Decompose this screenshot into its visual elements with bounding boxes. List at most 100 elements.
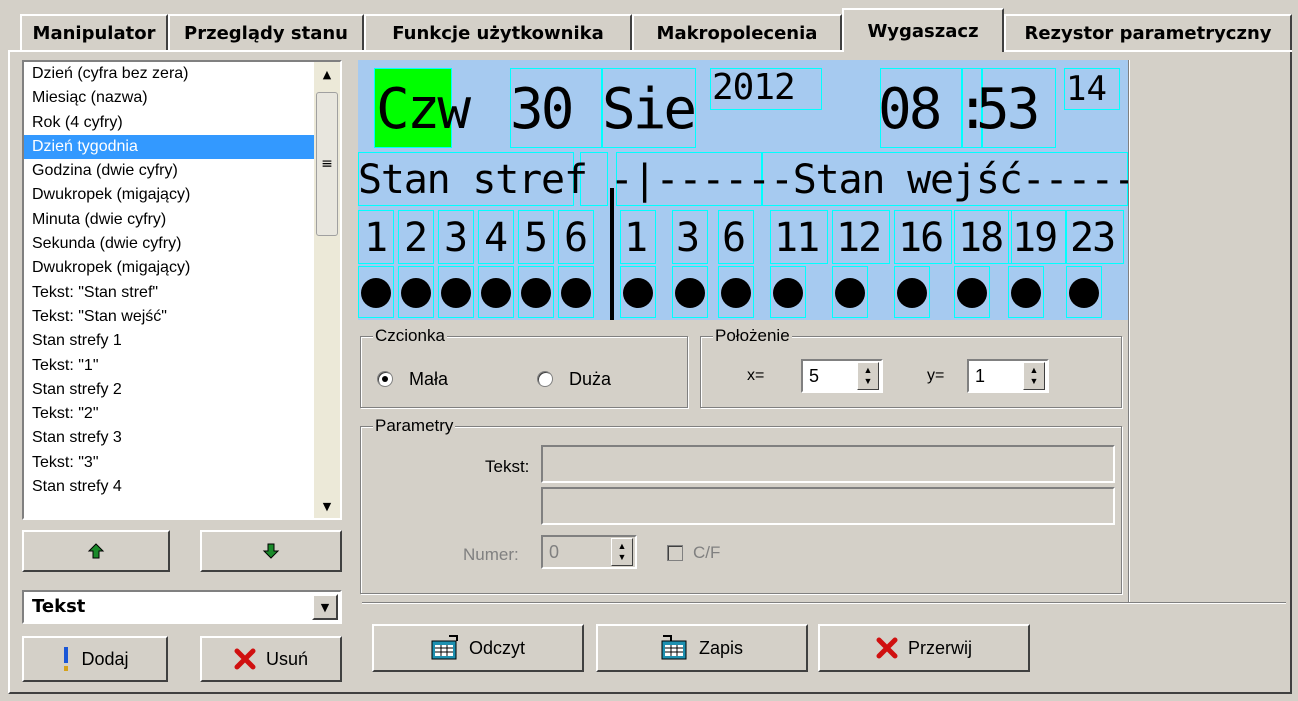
list-item[interactable]: Tekst: "3" <box>24 451 314 475</box>
list-item[interactable]: Rok (4 cyfry) <box>24 111 314 135</box>
input-status-dot <box>957 278 987 308</box>
lcd-input-label: 1 <box>624 215 648 261</box>
list-item[interactable]: Godzina (dwie cyfry) <box>24 159 314 183</box>
tab-label: Rezystor parametryczny <box>1024 22 1272 44</box>
spin-arrows-icon[interactable]: ▲ ▼ <box>857 362 879 390</box>
list-item[interactable]: Stan strefy 4 <box>24 475 314 499</box>
write-button[interactable]: Zapis <box>596 624 808 672</box>
spin-arrows-icon[interactable]: ▲ ▼ <box>611 538 633 566</box>
tab-manipulator[interactable]: Manipulator <box>20 14 168 50</box>
font-large-radio[interactable] <box>537 371 553 387</box>
lcd-zone-label: 3 <box>444 215 469 261</box>
input-status-dot <box>675 278 705 308</box>
red-x-icon <box>876 637 898 659</box>
tab-przeglady-stanu[interactable]: Przeglądy stanu <box>168 14 364 50</box>
lcd-preview[interactable]: Czw 30 Sie 2012 08 : 53 14 Stan stref -|… <box>358 60 1128 320</box>
list-item[interactable]: Stan strefy 3 <box>24 426 314 450</box>
scroll-thumb[interactable]: ≡ <box>316 92 338 236</box>
remove-button-label: Usuń <box>265 648 309 669</box>
text-input-line1[interactable] <box>541 445 1115 483</box>
list-item[interactable]: Dwukropek (migający) <box>24 256 314 280</box>
arrow-up-icon <box>87 543 105 559</box>
position-group-title: Położenie <box>713 326 792 346</box>
cancel-button[interactable]: Przerwij <box>818 624 1030 672</box>
element-type-value: Tekst <box>32 596 86 617</box>
lcd-hours: 08 <box>878 77 942 142</box>
tab-label: Funkcje użytkownika <box>392 22 604 44</box>
lcd-seconds: 14 <box>1066 69 1107 109</box>
font-group: Czcionka Mała Duża <box>360 326 688 408</box>
chevron-down-icon[interactable]: ▼ <box>312 594 338 620</box>
spin-arrows-icon[interactable]: ▲ ▼ <box>1023 362 1045 390</box>
tab-label: Makropolecenia <box>656 22 818 44</box>
elements-listbox[interactable]: Dzień (cyfra bez zera) Miesiąc (nazwa) Rok… <box>22 60 342 520</box>
move-down-button[interactable] <box>200 530 342 572</box>
list-item[interactable]: Tekst: "1" <box>24 354 314 378</box>
font-large-label: Duża <box>569 369 612 389</box>
position-group: Położenie x= 5 ▲ ▼ y= 1 ▲ ▼ <box>700 326 1122 408</box>
list-item[interactable]: Stan strefy 1 <box>24 329 314 353</box>
lcd-day: 30 <box>510 77 574 142</box>
lcd-input-label: 6 <box>722 215 746 261</box>
lcd-status-line: Stan stref -|------Stan wejść----- <box>358 157 1128 203</box>
x-value: 5 <box>809 366 820 386</box>
exclamation-icon <box>64 647 69 671</box>
y-value: 1 <box>975 366 986 386</box>
lcd-zone-label: 5 <box>524 215 549 261</box>
cf-label: C/F <box>693 543 721 562</box>
tab-wygaszacz[interactable]: Wygaszacz <box>842 8 1004 52</box>
element-type-select[interactable]: Tekst ▼ <box>22 590 342 624</box>
scroll-down-icon[interactable]: ▼ <box>314 494 340 518</box>
lcd-input-label: 23 <box>1070 215 1116 261</box>
number-value: 0 <box>549 542 560 562</box>
list-item[interactable]: Tekst: "Stan stref" <box>24 281 314 305</box>
bottom-separator <box>362 602 1286 604</box>
elements-list: Dzień (cyfra bez zera) Miesiąc (nazwa) Rok… <box>24 62 314 518</box>
text-input-line2[interactable] <box>541 487 1115 525</box>
red-x-icon <box>234 648 256 670</box>
remove-button[interactable]: Usuń <box>200 636 342 682</box>
list-item[interactable]: Dzień tygodnia <box>24 134 314 160</box>
scroll-up-icon[interactable]: ▲ <box>314 62 340 86</box>
list-item[interactable]: Tekst: "Stan wejść" <box>24 305 314 329</box>
list-item[interactable]: Stan strefy 2 <box>24 378 314 402</box>
add-button[interactable]: Dodaj <box>22 636 168 682</box>
y-position-stepper[interactable]: 1 ▲ ▼ <box>967 359 1049 393</box>
tab-funkcje-uzytkownika[interactable]: Funkcje użytkownika <box>364 14 632 50</box>
input-status-dot <box>897 278 927 308</box>
lcd-year: 2012 <box>712 67 796 108</box>
lcd-minutes: 53 <box>976 77 1040 142</box>
zone-status-dot <box>441 278 471 308</box>
read-button-label: Odczyt <box>468 637 525 658</box>
parameters-group-title: Parametry <box>373 416 456 436</box>
y-label: y= <box>927 367 945 384</box>
move-up-button[interactable] <box>22 530 170 572</box>
lcd-day-of-week: Czw <box>376 77 471 142</box>
number-label: Numer: <box>463 545 519 564</box>
cf-checkbox[interactable] <box>667 545 683 561</box>
read-button[interactable]: Odczyt <box>372 624 584 672</box>
list-item[interactable]: Tekst: "2" <box>24 402 314 426</box>
lcd-zone-label: 6 <box>564 215 589 261</box>
x-position-stepper[interactable]: 5 ▲ ▼ <box>801 359 883 393</box>
write-button-label: Zapis <box>698 637 743 658</box>
vertical-scrollbar[interactable]: ▲ ≡ ▼ <box>314 62 340 518</box>
lcd-zone-label: 4 <box>484 215 509 261</box>
list-item[interactable]: Dwukropek (migający) <box>24 183 314 207</box>
lcd-input-label: 19 <box>1012 215 1058 261</box>
list-item[interactable]: Dzień (cyfra bez zera) <box>24 62 314 86</box>
tab-rezystor-parametryczny[interactable]: Rezystor parametryczny <box>1004 14 1292 50</box>
tab-bar: Manipulator Przeglądy stanu Funkcje użyt… <box>16 6 1292 52</box>
input-status-dot <box>1011 278 1041 308</box>
input-status-dot <box>721 278 751 308</box>
lcd-zone-label: 2 <box>404 215 429 261</box>
lcd-input-label: 3 <box>676 215 700 261</box>
number-stepper[interactable]: 0 ▲ ▼ <box>541 535 637 569</box>
tab-label: Manipulator <box>32 22 156 44</box>
font-small-radio[interactable] <box>377 371 393 387</box>
list-item[interactable]: Minuta (dwie cyfry) <box>24 208 314 232</box>
list-item[interactable]: Sekunda (dwie cyfry) <box>24 232 314 256</box>
tab-makropolecenia[interactable]: Makropolecenia <box>632 14 842 50</box>
zone-status-dot <box>361 278 391 308</box>
list-item[interactable]: Miesiąc (nazwa) <box>24 86 314 110</box>
